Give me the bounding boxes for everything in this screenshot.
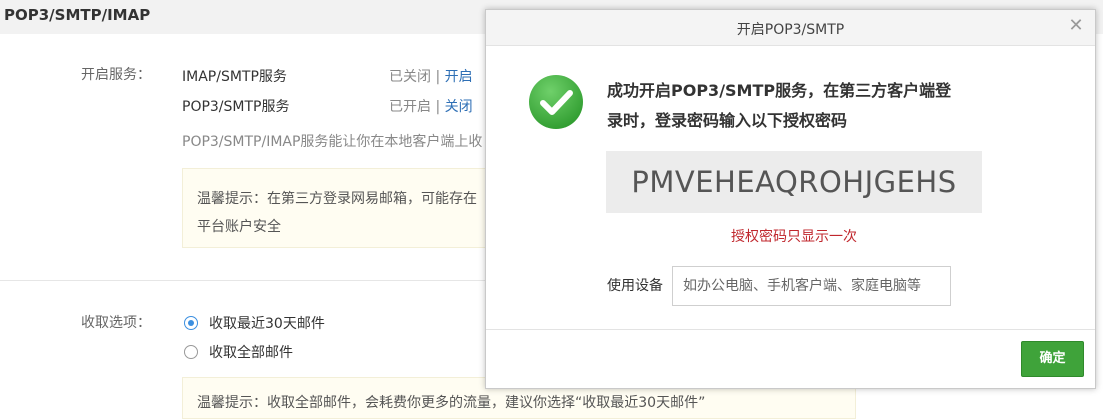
tip-text: 温馨提示：在第三方登录网易邮箱，可能存在 平台账户安全	[197, 185, 487, 241]
close-icon[interactable]: ✕	[1066, 16, 1086, 36]
imap-service-status-row: 已关闭 | 开启	[389, 66, 473, 86]
separator: |	[435, 69, 441, 85]
pop3-service-name: POP3/SMTP服务	[182, 99, 290, 115]
receive-option-30days[interactable]: 收取最近30天邮件	[184, 313, 325, 333]
tip-line: 平台账户安全	[197, 219, 281, 235]
tip-text-2: 温馨提示：收取全部邮件，会耗费你更多的流量，建议你选择“收取最近30天邮件”	[197, 395, 706, 411]
success-message: 成功开启POP3/SMTP服务，在第三方客户端登 录时，登录密码输入以下授权密码	[607, 76, 997, 136]
enable-pop3-dialog: 开启POP3/SMTP ✕ 成功开启POP3/SMTP服务，在第三方客户端登 录…	[485, 9, 1096, 389]
service-label: 开启服务：	[81, 67, 151, 83]
success-message-line: 录时，登录密码输入以下授权密码	[607, 111, 848, 130]
radio-unselected-icon[interactable]	[184, 345, 198, 359]
success-message-line: 成功开启POP3/SMTP服务，在第三方客户端登	[607, 81, 952, 100]
device-label: 使用设备	[607, 278, 663, 294]
dialog-title: 开启POP3/SMTP	[736, 22, 845, 38]
auth-code: PMVEHEAQROHJGEHS	[631, 165, 957, 199]
show-once-notice: 授权密码只显示一次	[731, 229, 857, 245]
tip-box: 温馨提示：在第三方登录网易邮箱，可能存在 平台账户安全	[182, 168, 494, 248]
confirm-button[interactable]: 确定	[1021, 341, 1084, 377]
pop3-service-status: 已开启	[389, 99, 431, 115]
auth-code-box: PMVEHEAQROHJGEHS	[606, 151, 982, 213]
dialog-footer-divider	[486, 329, 1095, 330]
receive-label: 收取选项：	[81, 315, 151, 331]
imap-enable-link[interactable]: 开启	[445, 69, 473, 85]
pop3-disable-link[interactable]: 关闭	[445, 99, 473, 115]
separator: |	[435, 99, 441, 115]
tip-line: 温馨提示：在第三方登录网易邮箱，可能存在	[197, 191, 477, 207]
imap-service-status: 已关闭	[389, 69, 431, 85]
imap-service-name: IMAP/SMTP服务	[182, 69, 287, 85]
service-description: POP3/SMTP/IMAP服务能让你在本地客户端上收发邮件，	[182, 134, 482, 150]
radio-selected-icon[interactable]	[184, 316, 198, 330]
device-input[interactable]	[672, 266, 951, 306]
section-title: POP3/SMTP/IMAP	[4, 6, 151, 24]
receive-option-label: 收取全部邮件	[209, 345, 293, 361]
receive-option-label: 收取最近30天邮件	[209, 316, 325, 332]
receive-option-all[interactable]: 收取全部邮件	[184, 342, 293, 362]
dialog-header: 开启POP3/SMTP ✕	[486, 10, 1095, 46]
divider	[0, 280, 500, 281]
check-circle-icon	[529, 75, 583, 129]
pop3-service-status-row: 已开启 | 关闭	[389, 96, 473, 116]
